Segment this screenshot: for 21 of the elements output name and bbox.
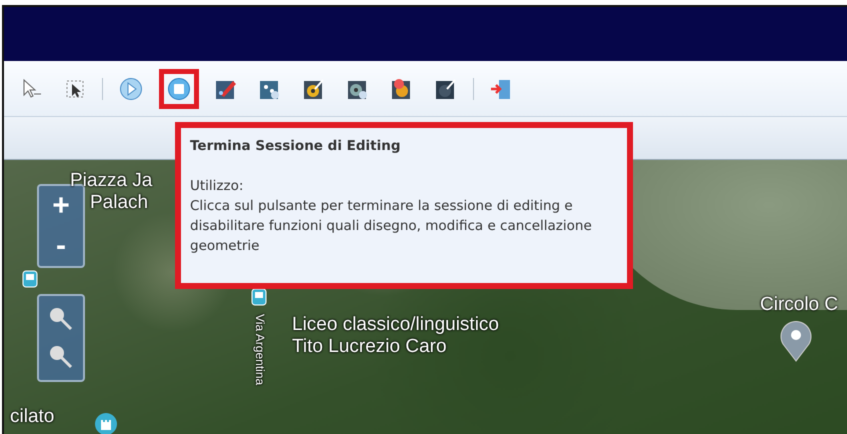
place-label: Palach xyxy=(90,192,148,214)
tooltip-title: Termina Sessione di Editing xyxy=(190,137,402,156)
place-label: Tito Lucrezio Caro xyxy=(292,336,447,358)
street-label: Via Argentina xyxy=(253,314,267,386)
stop-icon xyxy=(167,76,191,100)
place-label: cilato xyxy=(10,406,54,428)
zoom-out-button[interactable]: - xyxy=(39,226,83,266)
target-edit-icon xyxy=(435,78,457,100)
exit-door-icon xyxy=(490,78,512,100)
place-label: Circolo C xyxy=(760,294,838,316)
map-pin-icon xyxy=(778,318,814,362)
bus-stop-icon xyxy=(22,270,38,288)
target-delete-icon xyxy=(391,78,413,100)
select-icon xyxy=(64,78,86,100)
bus-stop-icon xyxy=(251,288,267,306)
play-icon xyxy=(119,76,143,100)
target-edit-icon xyxy=(303,78,325,100)
tooltip-text: Clicca sul pulsante per terminare la sessione di editing e disabilitare funzioni quali disegno, modifica e cancellazione geometrie xyxy=(190,197,593,256)
tooltip-heading: Utilizzo: xyxy=(190,177,244,196)
stop-tool-button[interactable] xyxy=(159,68,199,108)
place-label: Liceo classico/linguistico xyxy=(292,314,499,336)
